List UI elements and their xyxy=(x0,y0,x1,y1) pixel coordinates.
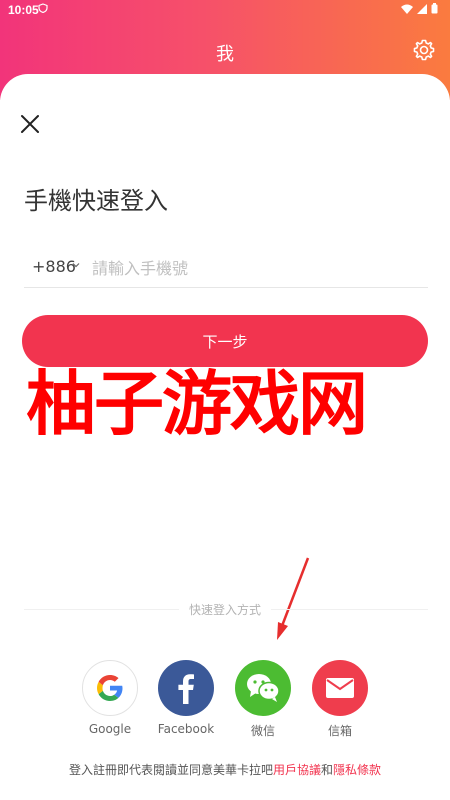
wechat-label: 微信 xyxy=(250,724,275,738)
facebook-login[interactable]: Facebook xyxy=(158,660,214,736)
privacy-link[interactable]: 隱私條款 xyxy=(333,763,381,777)
facebook-icon xyxy=(178,674,194,704)
signal-icon xyxy=(417,3,427,14)
status-time: 10:05 xyxy=(8,3,39,17)
quick-login-label: 快速登入方式 xyxy=(178,603,271,617)
mail-label: 信箱 xyxy=(327,724,352,738)
facebook-label: Facebook xyxy=(157,722,215,736)
watermark-text: 柚子游戏网 xyxy=(26,362,368,445)
close-icon[interactable] xyxy=(18,112,42,136)
agreement-text: 登入註冊即代表閱讀並同意美華卡拉吧用戶協議和隱私條款 xyxy=(0,761,450,778)
user-terms-link[interactable]: 用戶協議 xyxy=(273,763,321,777)
wifi-icon xyxy=(401,4,413,14)
wechat-icon xyxy=(247,674,280,702)
google-login[interactable]: Google xyxy=(82,660,138,736)
agreement-prefix: 登入註冊即代表閱讀並同意美華卡拉吧 xyxy=(68,763,273,777)
chevron-down-icon[interactable] xyxy=(72,261,80,269)
status-icons xyxy=(401,3,438,14)
phone-input[interactable] xyxy=(90,251,424,285)
agreement-and: 和 xyxy=(321,763,334,777)
mail-login[interactable]: 信箱 xyxy=(312,660,368,739)
country-code-selector[interactable]: +886 xyxy=(32,257,76,276)
google-label: Google xyxy=(88,722,132,736)
shield-icon xyxy=(38,3,48,13)
page-title: 我 xyxy=(216,44,234,65)
battery-icon xyxy=(431,3,438,14)
gear-icon[interactable] xyxy=(412,38,436,62)
wechat-login[interactable]: 微信 xyxy=(235,660,291,739)
mail-icon xyxy=(326,678,354,698)
phone-row: +886 xyxy=(24,251,428,288)
google-icon xyxy=(97,675,123,701)
login-title: 手機快速登入 xyxy=(24,187,168,215)
